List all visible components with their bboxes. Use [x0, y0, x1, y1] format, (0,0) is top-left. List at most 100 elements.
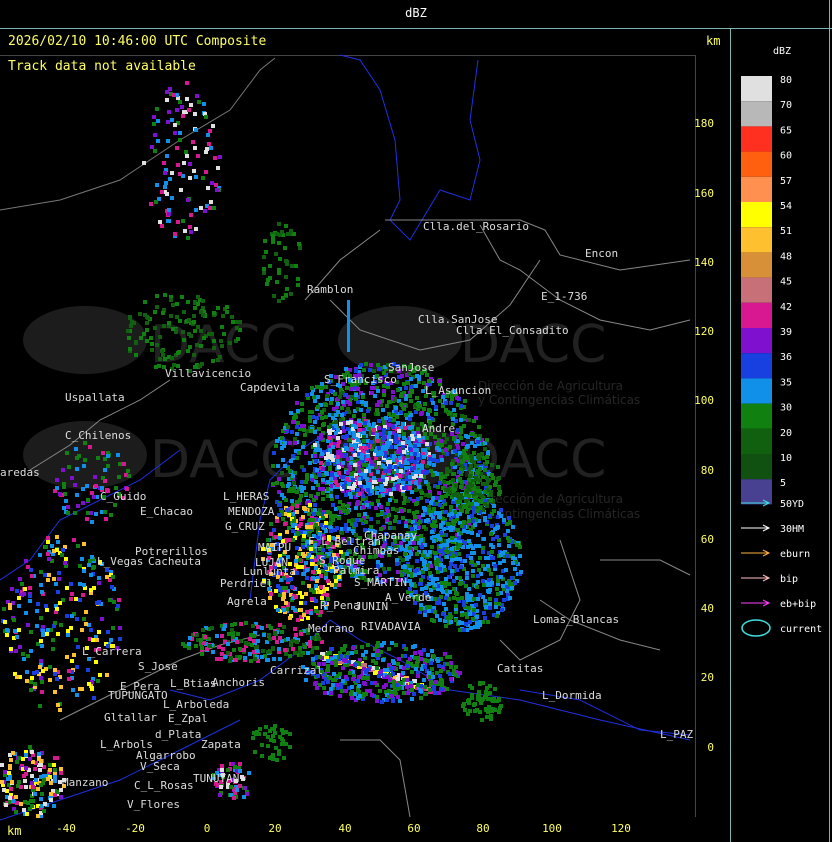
legend-swatch: [741, 403, 772, 429]
place-label: L_Vegas: [97, 555, 143, 568]
track-label: eb+bip: [780, 599, 816, 610]
place-label: L_Asuncion: [425, 384, 491, 397]
place-label: Carrizal: [270, 664, 323, 677]
legend-value-label: 60: [780, 151, 792, 162]
place-label: C_L_Rosas: [134, 779, 194, 792]
y-tick-label: 0: [707, 741, 714, 754]
track-legend: 50YD 30HM eburn bip eb+bip: [741, 499, 816, 610]
legend-value-label: 48: [780, 251, 792, 262]
dbz-color-scale: 80 70 65 60 57 54 51 48 45 42 39 36 35 30 20 10 5: [741, 75, 792, 505]
place-label: Gltallar: [104, 711, 157, 724]
legend-swatch: [741, 227, 772, 253]
place-label: aredas: [0, 466, 40, 479]
x-tick-label: 100: [542, 822, 562, 835]
y-tick-label: 180: [694, 117, 714, 130]
y-tick-label: 20: [701, 671, 714, 684]
place-label: Ramblon: [307, 283, 353, 296]
place-label: G_CRUZ: [225, 520, 265, 533]
y-axis: 180 160 140 120 100 80 60 40 20 0: [694, 117, 714, 754]
y-tick-label: 40: [701, 602, 714, 615]
place-label: L_Dormida: [542, 689, 602, 702]
x-tick-label: 40: [338, 822, 351, 835]
place-label: Villavicencio: [165, 367, 251, 380]
place-label: C_Guido: [100, 490, 146, 503]
track-label: 30HM: [780, 524, 804, 535]
x-tick-label: 60: [407, 822, 420, 835]
legend-value-label: 39: [780, 327, 792, 338]
place-label: JUNIN: [355, 600, 388, 613]
y-tick-label: 100: [694, 394, 714, 407]
x-axis: -40 -20 0 20 40 60 80 100 120: [56, 822, 631, 835]
watermark-line1: Dirección de Agricultura: [478, 379, 623, 393]
place-label: S_Francisco: [324, 373, 397, 386]
legend-swatch: [741, 378, 772, 404]
watermark-brand: DACC: [150, 430, 296, 490]
legend-value-label: 42: [780, 302, 792, 313]
legend-value-label: 36: [780, 352, 792, 363]
place-label: E_Chacao: [140, 505, 193, 518]
legend-swatch: [741, 302, 772, 328]
legend-swatch: [741, 252, 772, 278]
place-label: E_1-736: [541, 290, 587, 303]
place-label: Zapata: [201, 738, 241, 751]
place-label: E_Zpal: [168, 712, 208, 725]
legend-swatch: [741, 202, 772, 228]
x-tick-label: 80: [476, 822, 489, 835]
place-label: Perdriel: [220, 577, 273, 590]
track-label: 50YD: [780, 499, 804, 510]
watermark-line2: y Contingencias Climáticas: [478, 393, 640, 407]
legend-swatch: [741, 126, 772, 152]
place-label: L_Carrera: [82, 645, 142, 658]
legend-value-label: 45: [780, 277, 792, 288]
place-label: Lomas_Blancas: [533, 613, 619, 626]
place-label: R_Pena: [320, 599, 360, 612]
track-label: eburn: [780, 549, 810, 560]
current-label: current: [780, 624, 822, 635]
place-label: Andre: [422, 422, 455, 435]
legend-swatch: [741, 479, 772, 505]
place-label: V_Flores: [127, 798, 180, 811]
place-label: Medrano: [308, 622, 354, 635]
place-label: Anchoris: [212, 676, 265, 689]
y-tick-label: 60: [701, 533, 714, 546]
legend-value-label: 35: [780, 377, 792, 388]
place-label: RIVADAVIA: [361, 620, 421, 633]
legend-swatch: [741, 328, 772, 354]
legend-value-label: 10: [780, 453, 792, 464]
legend-swatch: [741, 101, 772, 127]
place-label: Encon: [585, 247, 618, 260]
legend-swatch: [741, 428, 772, 454]
legend-swatch: [741, 151, 772, 177]
place-label: MENDOZA: [228, 505, 275, 518]
x-tick-label: -40: [56, 822, 76, 835]
legend-swatch: [741, 176, 772, 202]
x-tick-label: 120: [611, 822, 631, 835]
legend-value-label: 20: [780, 428, 792, 439]
x-tick-label: -20: [125, 822, 145, 835]
place-label: TUNUYAN: [193, 772, 239, 785]
place-label: d_Plata: [155, 728, 201, 741]
radar-map[interactable]: DACC DACC DACC DACC Dirección de Agricul…: [0, 0, 832, 842]
place-label: S_Jose: [138, 660, 178, 673]
x-tick-label: 0: [204, 822, 211, 835]
legend-value-label: 70: [780, 100, 792, 111]
place-label: Catitas: [497, 662, 543, 675]
legend-value-label: 54: [780, 201, 792, 212]
place-label: SanJose: [388, 361, 434, 374]
track-label: bip: [780, 574, 798, 585]
legend-swatch: [741, 353, 772, 379]
place-label: C_Chilenos: [65, 429, 131, 442]
place-label: Clla.del_Rosario: [423, 220, 529, 233]
y-tick-label: 160: [694, 187, 714, 200]
legend-value-label: 51: [780, 226, 792, 237]
place-label: S_MARTIN: [354, 576, 407, 589]
y-tick-label: 80: [701, 464, 714, 477]
place-label: MAIPU: [258, 541, 291, 554]
legend-value-label: 80: [780, 75, 792, 86]
place-label: L_PAZ: [660, 728, 693, 741]
place-label: Cacheuta: [148, 555, 201, 568]
place-label: Agrela: [227, 595, 267, 608]
place-label: L_Btias: [170, 677, 216, 690]
place-label: Clla.El_Consadito: [456, 324, 569, 337]
place-label: A_Verde: [385, 591, 431, 604]
